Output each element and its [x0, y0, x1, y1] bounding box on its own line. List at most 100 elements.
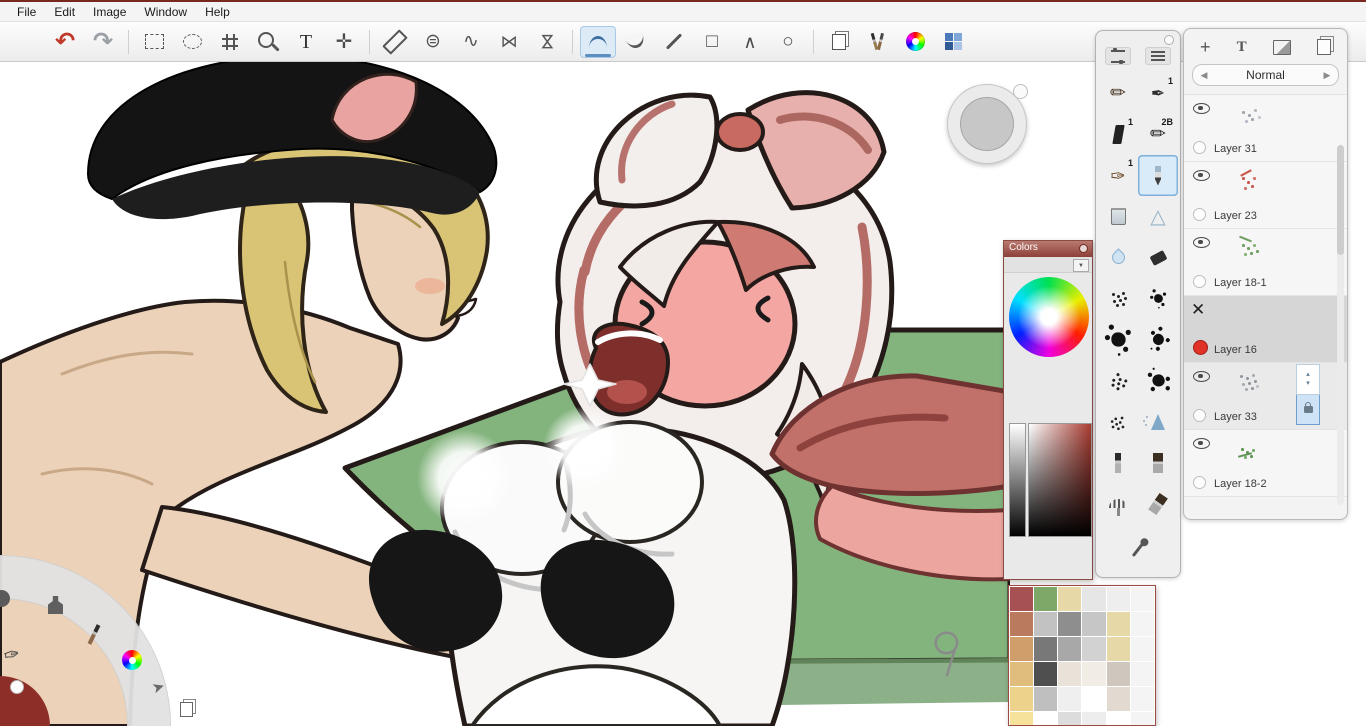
text-layer-button[interactable]: T	[1237, 39, 1247, 55]
brush-settings-button[interactable]	[1105, 47, 1131, 65]
layer-spinner[interactable]: ▴ ▾	[1296, 364, 1320, 395]
swatch-35[interactable]	[1130, 712, 1154, 725]
layer-color-marker[interactable]	[1193, 476, 1206, 489]
undo-tool-button[interactable]: ↶	[47, 26, 83, 58]
import-image-button[interactable]	[1272, 39, 1291, 55]
swatch-13[interactable]	[1034, 637, 1058, 661]
swatch-16[interactable]	[1106, 637, 1130, 661]
polyline-curve-tool-button[interactable]	[618, 26, 654, 58]
layer-color-marker[interactable]	[1193, 340, 1208, 355]
layer-row-layer-18-1[interactable]: Layer 18-1	[1184, 229, 1347, 296]
layer-color-marker[interactable]	[1193, 409, 1206, 422]
ruler-tool-button[interactable]	[377, 26, 413, 58]
swatch-0[interactable]	[1010, 587, 1034, 611]
menu-file[interactable]: File	[8, 5, 45, 19]
swatch-17[interactable]	[1130, 637, 1154, 661]
line-tool-button[interactable]	[656, 26, 692, 58]
swatch-12[interactable]	[1010, 637, 1034, 661]
layer-color-marker[interactable]	[1193, 275, 1206, 288]
menu-image[interactable]: Image	[84, 5, 135, 19]
marker-brush[interactable]: 1	[1098, 114, 1138, 155]
swatch-24[interactable]	[1010, 687, 1034, 711]
swatch-3[interactable]	[1082, 587, 1106, 611]
menu-window[interactable]: Window	[135, 5, 196, 19]
blend-prev-icon[interactable]: ◀	[1197, 70, 1211, 81]
swatch-18[interactable]	[1010, 662, 1034, 686]
swatch-27[interactable]	[1082, 687, 1106, 711]
swatch-9[interactable]	[1082, 612, 1106, 636]
redo-tool-button[interactable]: ↷	[85, 26, 121, 58]
eyedropper-button[interactable]	[1118, 528, 1158, 569]
eraser-brush[interactable]	[1138, 237, 1178, 278]
swatch-palette-tool-button[interactable]	[935, 26, 971, 58]
brush-panel-close-icon[interactable]	[1164, 35, 1174, 45]
swatch-8[interactable]	[1058, 612, 1082, 636]
swatch-7[interactable]	[1034, 612, 1058, 636]
swatch-29[interactable]	[1130, 687, 1154, 711]
copy-merged-tool-button[interactable]	[821, 26, 857, 58]
lasso-select-tool-button[interactable]	[174, 26, 210, 58]
polyline-tool-button[interactable]: ∧	[732, 26, 768, 58]
add-layer-button[interactable]: +	[1200, 38, 1211, 56]
splat-heavy-brush[interactable]	[1098, 319, 1138, 360]
spatter-ink-brush[interactable]	[1138, 278, 1178, 319]
swatch-26[interactable]	[1058, 687, 1082, 711]
technical-pen-brush[interactable]	[1138, 155, 1178, 196]
water-drop-brush[interactable]	[1098, 237, 1138, 278]
ink-nib-brush[interactable]: ✑ 1	[1098, 155, 1138, 196]
color-wheel[interactable]	[1009, 277, 1089, 357]
swatch-25[interactable]	[1034, 687, 1058, 711]
rectangle-tool-button[interactable]: □	[694, 26, 730, 58]
ellipse-guide-tool-button[interactable]: ⊜	[415, 26, 451, 58]
layer-row-layer-18-2[interactable]: Layer 18-2	[1184, 430, 1347, 497]
fan-brush-brush[interactable]	[1098, 483, 1138, 524]
pencil-brush[interactable]: ✏	[1098, 73, 1138, 114]
layer-visible-eye-icon[interactable]	[1193, 170, 1210, 181]
layer-visible-eye-icon[interactable]	[1193, 237, 1210, 248]
flat-brush-brush[interactable]	[1138, 442, 1178, 483]
layer-row-layer-23[interactable]: Layer 23	[1184, 162, 1347, 229]
layer-visible-eye-icon[interactable]	[1193, 371, 1210, 382]
layer-color-marker[interactable]	[1193, 208, 1206, 221]
blend-next-icon[interactable]: ▶	[1320, 70, 1334, 81]
color-puck-handle[interactable]	[1013, 84, 1028, 99]
swatch-20[interactable]	[1058, 662, 1082, 686]
swatch-31[interactable]	[1034, 712, 1058, 725]
menu-edit[interactable]: Edit	[45, 5, 84, 19]
layer-options-button[interactable]	[1317, 39, 1331, 55]
swatch-5[interactable]	[1130, 587, 1154, 611]
airbrush-brush[interactable]	[1138, 401, 1178, 442]
spinner-down-icon[interactable]: ▾	[1306, 380, 1310, 388]
color-wheel-tool-button[interactable]	[897, 26, 933, 58]
layer-marked-icon[interactable]: ✕	[1191, 300, 1205, 320]
zoom-tool-button[interactable]	[250, 26, 286, 58]
pencil-2b-brush[interactable]: ✏ 2B	[1138, 114, 1178, 155]
brush-list-button[interactable]	[1145, 47, 1171, 65]
text-tool-button[interactable]: T	[288, 26, 324, 58]
crop-tool-button[interactable]	[212, 26, 248, 58]
swatch-30[interactable]	[1010, 712, 1034, 725]
spatter-diagonal-brush[interactable]	[1098, 360, 1138, 401]
airbrush-cone-brush[interactable]: △	[1138, 196, 1178, 237]
layer-row-layer-31[interactable]: Layer 31	[1184, 95, 1347, 162]
rectangle-select-tool-button[interactable]	[136, 26, 172, 58]
french-curve-tool-button[interactable]: ∿	[453, 26, 489, 58]
swatch-21[interactable]	[1082, 662, 1106, 686]
swatch-32[interactable]	[1058, 712, 1082, 725]
symmetry-y-tool-button[interactable]: ⋈	[491, 26, 527, 58]
ellipse-tool-button[interactable]: ○	[770, 26, 806, 58]
round-brush-brush[interactable]	[1098, 442, 1138, 483]
colors-dropdown-button[interactable]: ▼	[1073, 259, 1089, 272]
swatch-33[interactable]	[1082, 712, 1106, 725]
swatch-6[interactable]	[1010, 612, 1034, 636]
swatch-23[interactable]	[1130, 662, 1154, 686]
menu-help[interactable]: Help	[196, 5, 239, 19]
swatch-4[interactable]	[1106, 587, 1130, 611]
angled-brush-brush[interactable]	[1138, 483, 1178, 524]
spatter-fine-brush[interactable]	[1098, 278, 1138, 319]
symmetry-x-tool-button[interactable]: ⋈	[529, 26, 565, 58]
move-tool-button[interactable]: ✛	[326, 26, 362, 58]
swatch-28[interactable]	[1106, 687, 1130, 711]
splat-cluster-brush[interactable]	[1138, 360, 1178, 401]
swatch-34[interactable]	[1106, 712, 1130, 725]
